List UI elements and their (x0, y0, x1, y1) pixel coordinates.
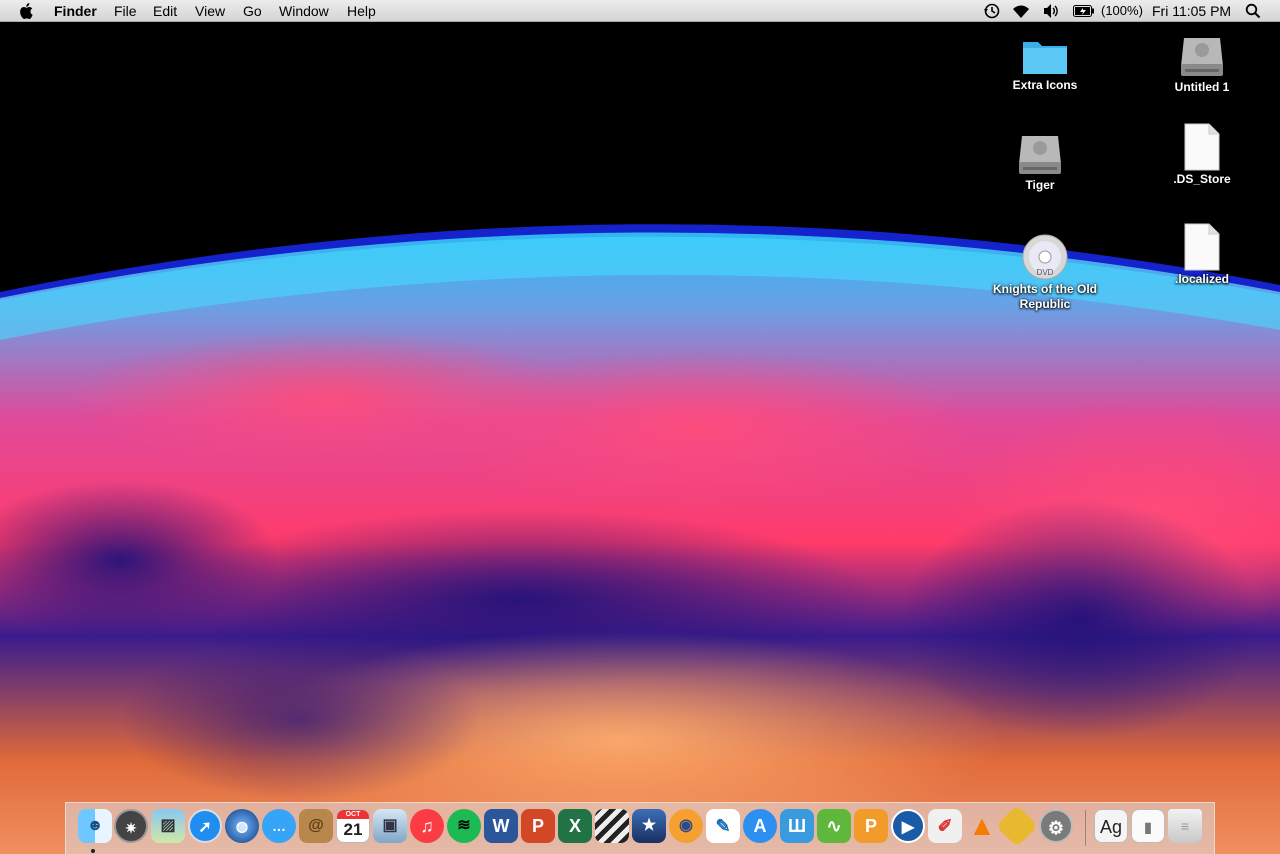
document-icon (1184, 223, 1220, 271)
desktop-icon-label: Knights of the Old Republic (993, 282, 1097, 311)
dock-quicktime-icon[interactable]: ▶ (891, 809, 925, 843)
fontbook-label: Ag (1099, 817, 1123, 837)
dock-gesture-icon[interactable]: ∿ (817, 809, 851, 843)
dock-powerpoint-icon[interactable]: P (521, 809, 555, 843)
dock-preview-icon[interactable]: ▨ (151, 809, 185, 843)
dock-system-preferences-icon[interactable]: ⚙ (1039, 809, 1073, 843)
document-icon (1184, 123, 1220, 171)
dvd-icon: DVD (1022, 234, 1068, 280)
dock-feather-icon[interactable]: ✎ (706, 809, 740, 843)
dock-pages-icon[interactable]: P (854, 809, 888, 843)
menu-app-name[interactable]: Finder (54, 3, 97, 19)
dock-globe-icon[interactable]: ◍ (225, 809, 259, 843)
desktop-icon-label: .DS_Store (1173, 172, 1231, 186)
desktop-icon-untitled-1[interactable]: Untitled 1 (1147, 30, 1257, 95)
dock-running-indicator (91, 849, 95, 853)
dock-messages-icon[interactable]: … (262, 809, 296, 843)
dock-blender-icon[interactable]: ◉ (669, 809, 703, 843)
battery-percentage: (100%) (1101, 3, 1143, 18)
dock-itunes-icon[interactable]: ♫ (410, 809, 444, 843)
apple-logo-icon[interactable] (19, 2, 35, 20)
dock-imovie-icon[interactable]: ★ (632, 809, 666, 843)
desktop-icon-kotor-dvd[interactable]: DVD Knights of the Old Republic (990, 232, 1100, 312)
dock-calendar-icon[interactable]: OCT 21 (336, 809, 370, 843)
dock-spotify-icon[interactable]: ≋ (447, 809, 481, 843)
dock-excel-icon[interactable]: X (558, 809, 592, 843)
time-machine-icon[interactable] (983, 2, 1001, 20)
desktop-icon-extra-icons[interactable]: Extra Icons (990, 34, 1100, 93)
dock-items: ☻ ✷ ▨ ➚ ◍ … @ OCT 21 ▣ ♫ ≋ W P X ★ ◉ ✎ A… (65, 802, 1215, 854)
menu-clock[interactable]: Fri 11:05 PM (1152, 3, 1231, 19)
dock-finalcut-icon[interactable] (595, 809, 629, 843)
dock-iphoto-icon[interactable]: ▣ (373, 809, 407, 843)
menu-edit[interactable]: Edit (153, 3, 177, 19)
dock-wunderlist-icon[interactable]: Ш (780, 809, 814, 843)
powerpoint-letter: P (531, 816, 544, 836)
menu-go[interactable]: Go (243, 3, 262, 19)
desktop-icon-label: Untitled 1 (1174, 80, 1230, 94)
dock-word-icon[interactable]: W (484, 809, 518, 843)
hard-drive-icon (1019, 136, 1061, 174)
menu-file[interactable]: File (114, 3, 137, 19)
desktop-icon-ds-store[interactable]: .DS_Store (1147, 122, 1257, 187)
battery-icon[interactable] (1073, 5, 1095, 17)
menu-bar: Finder File Edit View Go Window Help (10… (0, 0, 1280, 22)
dock-launchpad-icon[interactable]: ✷ (114, 809, 148, 843)
dock-paint-icon[interactable]: ✐ (928, 809, 962, 843)
dock-appstore-icon[interactable]: A (743, 809, 777, 843)
menu-help[interactable]: Help (347, 3, 376, 19)
hard-drive-icon (1181, 38, 1223, 76)
volume-icon[interactable] (1042, 3, 1060, 19)
desktop-icon-label: .localized (1174, 272, 1230, 286)
svg-text:DVD: DVD (1037, 268, 1054, 277)
dock-gamepad-icon[interactable] (995, 804, 1039, 848)
dock-fontbook-icon[interactable]: Ag (1094, 809, 1128, 843)
desktop-icon-localized[interactable]: .localized (1147, 222, 1257, 287)
calendar-month: OCT (337, 810, 369, 819)
wifi-icon[interactable] (1011, 3, 1031, 19)
excel-letter: X (568, 816, 581, 836)
dock-trash-icon[interactable]: ≡ (1168, 809, 1202, 843)
spotlight-search-icon[interactable] (1245, 3, 1261, 19)
folder-icon (1023, 42, 1067, 74)
desktop-icon-tiger[interactable]: Tiger (985, 128, 1095, 193)
desktop-icon-label: Extra Icons (1012, 78, 1078, 92)
dock-vlc-icon[interactable]: ▲ (965, 809, 999, 843)
dock-finder-icon[interactable]: ☻ (78, 809, 112, 843)
word-letter: W (492, 816, 510, 836)
dock-archive-icon[interactable]: ▮ (1131, 809, 1165, 843)
menu-view[interactable]: View (195, 3, 225, 19)
dock-safari-icon[interactable]: ➚ (188, 809, 222, 843)
dock-separator (1085, 810, 1086, 846)
desktop-icon-label: Tiger (1025, 178, 1055, 192)
dock-contacts-icon[interactable]: @ (299, 809, 333, 843)
menu-window[interactable]: Window (279, 3, 329, 19)
calendar-day: 21 (343, 820, 363, 839)
